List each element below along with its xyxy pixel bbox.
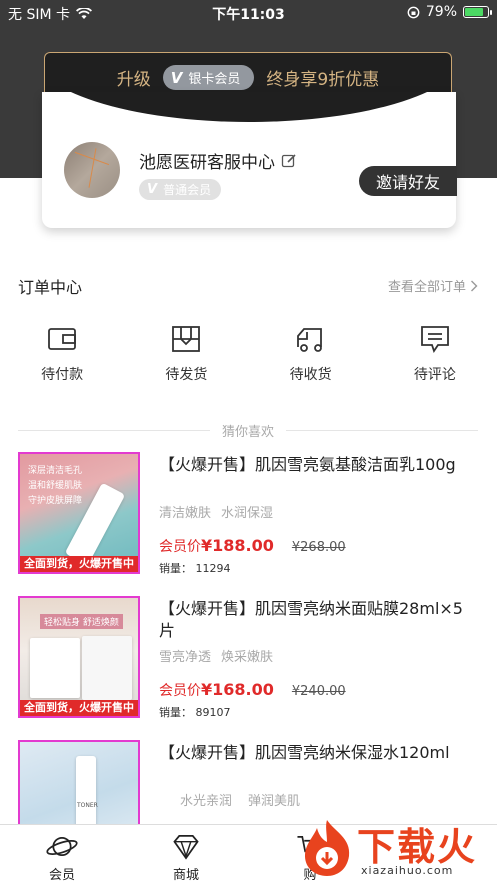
battery-icon <box>463 6 492 18</box>
tab-mall[interactable]: 商城 <box>124 825 248 883</box>
tab-label: 商城 <box>172 868 199 883</box>
edit-icon[interactable] <box>281 153 297 169</box>
product-card[interactable]: 轻松贴身 舒适焕颜 全面到货，火爆开售中 【火爆开售】肌因雪亮纳米面贴膜28ml… <box>18 596 480 720</box>
image-copy-line: 守护皮肤屏障 <box>28 496 83 506</box>
product-image-copy: 深层清洁毛孔 温和舒缓肌肤 守护皮肤屏障 <box>28 464 82 509</box>
view-all-orders-label: 查看全部订单 <box>387 280 466 295</box>
user-name: 池愿医研客服中心 <box>139 153 275 173</box>
product-sales: 销量： 89107 <box>159 706 231 719</box>
planet-icon <box>46 836 78 857</box>
benefit-label: 终身享9折优惠 <box>266 70 380 90</box>
member-price-group: 会员价¥188.00 <box>159 536 274 556</box>
product-image-copy: TONER <box>77 802 98 809</box>
order-center-header: 订单中心 查看全部订单 <box>18 272 478 298</box>
product-image[interactable]: 深层清洁毛孔 温和舒缓肌肤 守护皮肤屏障 全面到货，火爆开售中 <box>18 452 140 574</box>
order-pending-receipt[interactable]: 待收货 <box>249 324 373 388</box>
order-pending-review[interactable]: 待评论 <box>373 324 497 388</box>
product-tags: 雪亮净透 焕采嫩肤 <box>159 646 273 665</box>
order-pending-shipment[interactable]: 待发货 <box>124 324 248 388</box>
product-title[interactable]: 【火爆开售】肌因雪亮氨基酸洁面乳100g <box>159 454 477 476</box>
tab-label: 会员 <box>48 868 75 883</box>
avatar[interactable] <box>64 142 120 198</box>
wallet-icon <box>48 328 77 350</box>
product-card[interactable]: 深层清洁毛孔 温和舒缓肌肤 守护皮肤屏障 全面到货，火爆开售中 【火爆开售】肌因… <box>18 452 480 576</box>
member-price: ¥188.00 <box>201 536 274 555</box>
comment-icon <box>420 326 449 354</box>
chevron-right-icon <box>471 280 478 291</box>
status-bar: 无 SIM 卡 下午11:03 79% <box>0 0 497 26</box>
member-price-label: 会员价 <box>159 539 201 555</box>
order-center-title: 订单中心 <box>18 278 83 297</box>
upgrade-label: 升级 <box>116 70 151 90</box>
product-image-banner: 全面到货，火爆开售中 <box>20 700 138 716</box>
site-watermark: 下载火 xiazaihuo.com <box>295 814 491 882</box>
product-sales: 销量： 11294 <box>159 562 231 575</box>
package-icon <box>172 326 201 352</box>
product-tag: 水润保湿 <box>221 506 274 521</box>
product-tags: 清洁嫩肤 水润保湿 <box>159 502 273 521</box>
product-image-banner: 全面到货，火爆开售中 <box>20 556 138 572</box>
v-icon: V <box>147 182 158 197</box>
profile-card: 池愿医研客服中心 V 普通会员 <box>42 92 456 228</box>
product-tag: 焕采嫩肤 <box>221 650 274 665</box>
invite-friends-button[interactable]: 邀请好友 <box>359 166 457 196</box>
order-item-label: 待发货 <box>165 367 208 383</box>
original-price: ¥268.00 <box>291 540 346 555</box>
product-mask-pack <box>82 636 132 700</box>
guess-you-like-divider: 猜你喜欢 <box>18 420 478 440</box>
product-price-row: 会员价¥168.00 ¥240.00 <box>159 680 346 700</box>
flame-logo-icon <box>305 820 350 876</box>
member-level-badge: V 普通会员 <box>139 179 222 200</box>
battery-percent: 79% <box>425 4 457 20</box>
order-pending-payment[interactable]: 待付款 <box>0 324 124 388</box>
order-item-label: 待付款 <box>41 367 84 383</box>
product-tag: 弹润美肌 <box>248 794 301 809</box>
silver-badge-label: 银卡会员 <box>188 72 241 87</box>
product-tag: 雪亮净透 <box>159 650 212 665</box>
watermark-url: xiazaihuo.com <box>361 864 454 877</box>
order-status-row: 待付款 待发货 待收货 待评论 <box>0 324 497 388</box>
truck-icon <box>296 328 322 352</box>
guess-you-like-label: 猜你喜欢 <box>209 421 287 440</box>
orientation-lock-icon <box>407 6 420 18</box>
original-price: ¥240.00 <box>291 684 346 699</box>
tab-member[interactable]: 会员 <box>0 825 124 883</box>
image-copy-line: 温和舒缓肌肤 <box>28 481 83 491</box>
product-tag: 水光亲润 <box>180 794 233 809</box>
user-name-row[interactable]: 池愿医研客服中心 <box>139 148 297 173</box>
member-price-label: 会员价 <box>159 683 201 699</box>
member-level-label: 普通会员 <box>163 183 212 197</box>
status-right: 79% <box>407 4 492 20</box>
battery-fill <box>465 8 483 16</box>
order-item-label: 待评论 <box>413 367 456 383</box>
member-price: ¥168.00 <box>201 680 274 699</box>
member-price-group: 会员价¥168.00 <box>159 680 274 700</box>
watermark-text: 下载火 <box>357 825 478 869</box>
product-image-copy: 轻松贴身 舒适焕颜 <box>40 614 123 629</box>
silver-member-badge: V 银卡会员 <box>162 65 255 90</box>
product-price-row: 会员价¥188.00 ¥268.00 <box>159 536 346 556</box>
product-title[interactable]: 【火爆开售】肌因雪亮纳米保湿水120ml <box>159 742 477 764</box>
vip-row: 升级 V 银卡会员 终身享9折优惠 <box>45 65 451 90</box>
image-copy-line: 深层清洁毛孔 <box>28 466 83 476</box>
product-box <box>30 638 80 698</box>
page: 无 SIM 卡 下午11:03 79% 升级 V 银卡会员 终身享9折优惠 池愿… <box>0 0 497 883</box>
v-icon: V <box>170 68 183 87</box>
card-curve <box>42 92 456 122</box>
product-tag: 清洁嫩肤 <box>159 506 212 521</box>
product-title[interactable]: 【火爆开售】肌因雪亮纳米面贴膜28ml×5片 <box>159 598 477 642</box>
view-all-orders-link[interactable]: 查看全部订单 <box>388 276 478 295</box>
product-tags: 水光亲润 弹润美肌 <box>180 790 300 809</box>
order-item-label: 待收货 <box>289 367 332 383</box>
product-image[interactable]: 轻松贴身 舒适焕颜 全面到货，火爆开售中 <box>18 596 140 718</box>
diamond-icon <box>173 835 199 860</box>
